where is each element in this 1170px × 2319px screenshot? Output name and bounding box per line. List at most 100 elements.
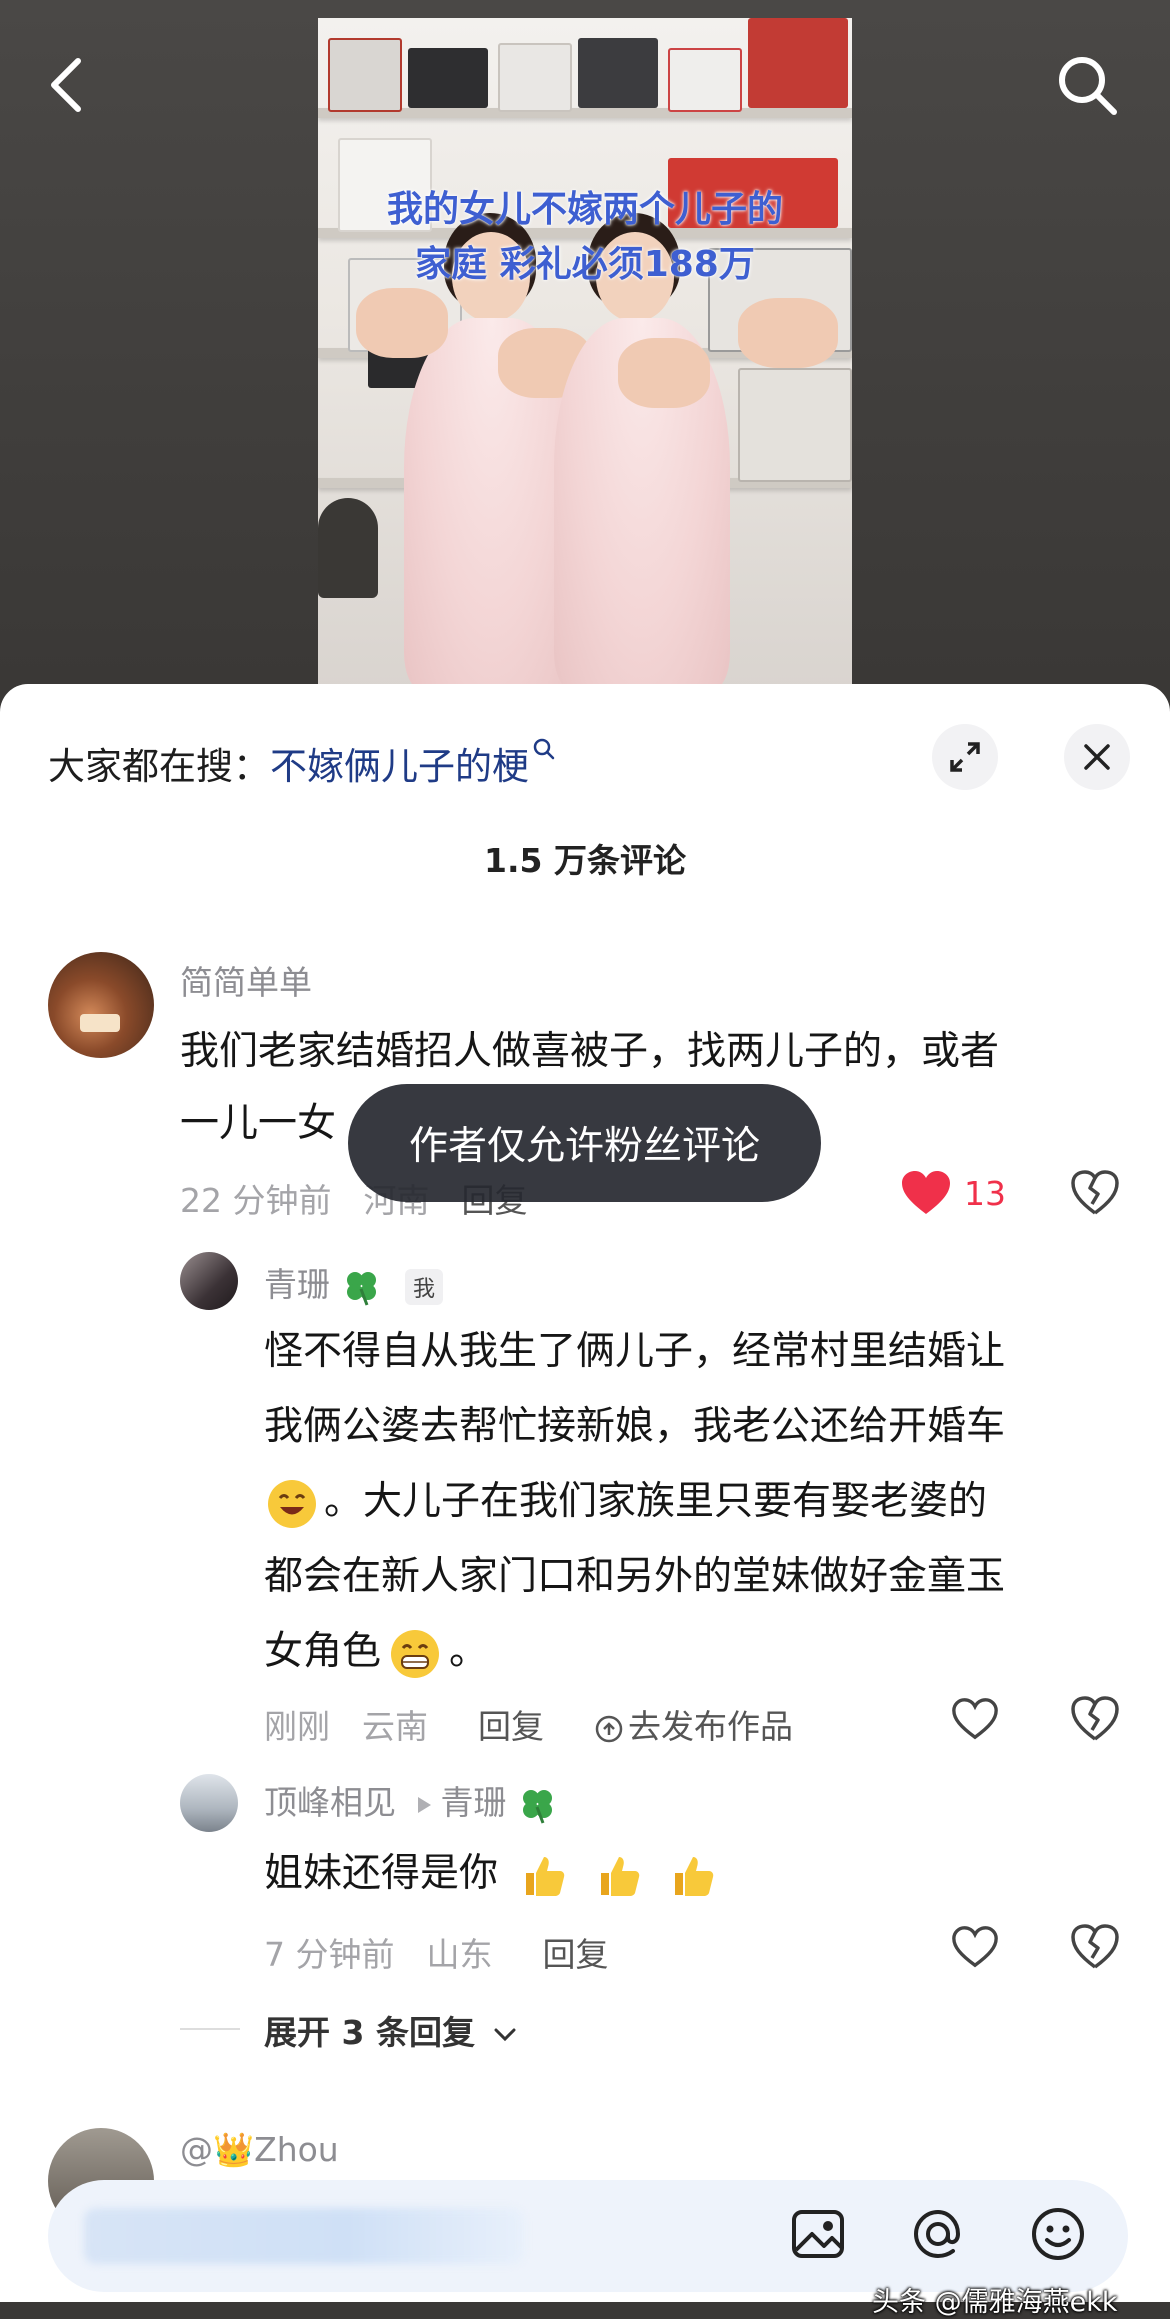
avatar[interactable] <box>180 1252 238 1310</box>
video-caption-line2: 家庭 彩礼必须188万 <box>415 244 755 285</box>
comment-input-placeholder[interactable] <box>84 2208 524 2264</box>
search-icon <box>1059 57 1117 115</box>
reply-text-line3: 。大儿子在我们家族里只要有娶老婆的 <box>324 1479 988 1524</box>
video-thumbnail[interactable]: 我的女儿不嫁两个儿子的 家庭 彩礼必须188万 <box>318 18 852 690</box>
mention-button[interactable] <box>908 2204 968 2268</box>
handbag <box>318 498 378 598</box>
cake <box>80 1014 120 1032</box>
product-box <box>408 48 488 108</box>
video-area[interactable]: 我的女儿不嫁两个儿子的 家庭 彩礼必须188万 <box>0 0 1170 690</box>
watermark: 头条 @儒雅海燕ekk <box>872 2287 1118 2318</box>
reply-text-line5: 女角色 <box>264 1629 382 1674</box>
thumbs-up-icon <box>526 1856 565 1896</box>
clover-icon <box>523 1789 552 1824</box>
reply-text-line5-end: 。 <box>449 1629 489 1674</box>
reply-username-text: 青珊 <box>264 1265 330 1304</box>
reply-button[interactable]: 回复 <box>543 1935 609 1974</box>
comment-sheet: 大家都在搜：不嫁俩儿子的梗 1.5 万条评论 简简单单 我们老家结婚招人做喜被子… <box>0 684 1170 2318</box>
trending-search-keyword[interactable]: 不嫁俩儿子的梗 <box>270 745 529 788</box>
comment-input-bar[interactable] <box>48 2180 1128 2292</box>
emoji-icon <box>1032 2208 1084 2260</box>
broken-heart-icon <box>1071 1924 1119 1969</box>
reply-meta: 7 分钟前 山东 回复 <box>264 1928 641 1976</box>
comment-username[interactable]: 简简单单 <box>180 956 312 1004</box>
product-box <box>738 368 852 482</box>
reply-arrow-icon <box>417 1796 431 1813</box>
fullscreen-icon <box>950 742 980 772</box>
expand-divider <box>180 2028 240 2030</box>
comment-text-line2: 一儿一女 <box>180 1101 337 1146</box>
heart-icon <box>952 1926 998 1968</box>
thumbs-up-icon <box>675 1856 714 1896</box>
reply-location: 云南 <box>362 1707 428 1746</box>
reply-to-username[interactable]: 青珊 <box>441 1783 507 1822</box>
clover-icon <box>346 1271 376 1306</box>
reply-button[interactable]: 回复 <box>478 1707 544 1746</box>
close-button[interactable] <box>1064 724 1130 790</box>
like-button[interactable]: 13 <box>900 1170 1006 1216</box>
dislike-button[interactable] <box>1070 1696 1120 1742</box>
back-icon <box>51 58 81 112</box>
me-badge: 我 <box>405 1268 444 1305</box>
search-icon <box>533 738 555 760</box>
reply-text-line1: 怪不得自从我生了俩儿子，经常村里结婚让 <box>264 1329 1006 1374</box>
comment-count: 1.5 万条评论 <box>484 841 686 880</box>
broken-heart-icon <box>1071 1696 1119 1741</box>
toast-message: 作者仅允许粉丝评论 <box>348 1084 821 1202</box>
avatar[interactable] <box>180 1774 238 1832</box>
comment-username[interactable]: @👑Zhou <box>180 2130 339 2170</box>
like-button[interactable] <box>950 1696 1000 1742</box>
hand <box>356 288 448 358</box>
reply-text: 姐妹还得是你 <box>264 1851 499 1896</box>
upload-icon <box>595 1715 623 1742</box>
product-box <box>668 48 742 112</box>
back-button[interactable] <box>22 40 112 130</box>
publish-work-button[interactable]: 去发布作品 <box>594 1707 825 1746</box>
expand-replies-label: 展开 3 条回复 <box>264 2013 475 2052</box>
reply-username[interactable]: 青珊 我 <box>264 1258 444 1307</box>
broken-heart-icon <box>1071 1170 1119 1215</box>
publish-work-label: 去发布作品 <box>628 1707 793 1746</box>
reply-text-line4: 都会在新人家门口和另外的堂妹做好金童玉 <box>264 1554 1006 1599</box>
like-count: 13 <box>964 1173 1006 1213</box>
trending-search-label: 大家都在搜： <box>48 745 270 788</box>
emoji-button[interactable] <box>1028 2204 1088 2268</box>
avatar[interactable] <box>48 952 154 1058</box>
grin-emoji-icon <box>268 1479 316 1528</box>
product-box <box>498 43 572 112</box>
hand <box>738 298 838 368</box>
expand-replies-button[interactable]: 展开 3 条回复 <box>264 2006 518 2054</box>
product-box <box>748 18 848 108</box>
comment-text-line1: 我们老家结婚招人做喜被子，找两儿子的，或者 <box>180 1029 1000 1074</box>
thumbs-up-icon <box>600 1856 640 1896</box>
hand <box>618 338 710 408</box>
dislike-button[interactable] <box>1070 1170 1120 1216</box>
reply-location: 山东 <box>426 1935 493 1974</box>
chevron-down-icon <box>494 2028 516 2041</box>
reply-meta: 刚刚 云南 回复 去发布作品 <box>264 1700 857 1748</box>
grimace-emoji-icon <box>391 1629 440 1678</box>
video-caption-line1: 我的女儿不嫁两个儿子的 <box>386 189 783 230</box>
reply-time: 刚刚 <box>264 1707 330 1746</box>
heart-icon <box>952 1698 998 1740</box>
reply-text-line2: 我俩公婆去帮忙接新娘，我老公还给开婚车 <box>264 1404 1006 1449</box>
search-button[interactable] <box>1042 40 1132 130</box>
comment-time: 22 分钟前 <box>180 1181 332 1220</box>
heart-icon <box>902 1171 950 1214</box>
image-icon <box>792 2210 844 2258</box>
at-icon <box>913 2209 961 2259</box>
reply-text-line3-row: 。大儿子在我们家族里只要有娶老婆的 <box>264 1464 987 1539</box>
product-box <box>578 38 658 108</box>
reply-text-row: 姐妹还得是你 <box>264 1836 717 1911</box>
reply-username[interactable]: 顶峰相见 青珊 <box>264 1776 557 1825</box>
trending-search[interactable]: 大家都在搜：不嫁俩儿子的梗 <box>48 736 557 790</box>
like-button[interactable] <box>950 1924 1000 1970</box>
reply-username-text: 顶峰相见 <box>264 1783 396 1822</box>
close-icon <box>1084 744 1110 770</box>
reply-time: 7 分钟前 <box>264 1935 395 1974</box>
fullscreen-button[interactable] <box>932 724 998 790</box>
dislike-button[interactable] <box>1070 1924 1120 1970</box>
image-button[interactable] <box>788 2204 848 2268</box>
reply-text-line5-row: 女角色 。 <box>264 1614 488 1689</box>
product-box <box>328 38 402 112</box>
